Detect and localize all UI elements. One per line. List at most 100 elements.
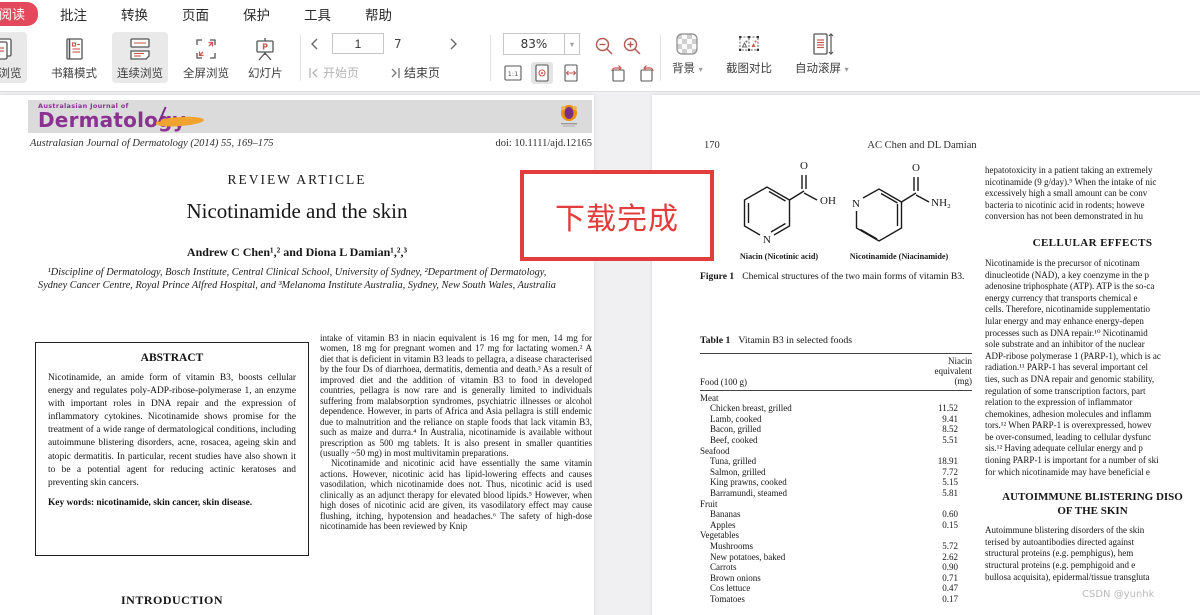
table-row: Salmon, grilled 7.72 (710, 466, 958, 477)
tab-read-active[interactable]: 阅读 (0, 1, 39, 26)
body-paragraph: Nicotinamide and nicotinic acid have ess… (320, 458, 592, 532)
continuous-view-button[interactable]: 连续浏览 (112, 32, 168, 83)
fit-icons-row: 1:1 (502, 62, 658, 84)
slideshow-button[interactable]: P 幻灯片 (243, 32, 288, 83)
chevron-down-icon[interactable]: ▾ (565, 33, 580, 55)
page-jump-row: 开始页 结束页 (308, 64, 440, 81)
svg-text:NH₂: NH₂ (931, 197, 951, 209)
page-view-label: 页浏览 (0, 66, 22, 80)
autoscroll-label: 自动滚屏 ▾ (795, 61, 849, 75)
book-mode-label: 书籍模式 (51, 66, 97, 80)
menu-item[interactable]: 页面 (182, 4, 209, 24)
body-text-column: intake of vitamin B3 in niacin equivalen… (320, 333, 592, 615)
fit-page-button[interactable] (531, 62, 553, 84)
table-row: Vegetables (700, 530, 739, 541)
table-row: Fruit (700, 498, 718, 509)
zoom-in-icon[interactable] (622, 36, 642, 56)
download-complete-text: 下载完成 (555, 201, 679, 237)
end-page-icon (391, 67, 400, 78)
menu-item[interactable]: 转换 (121, 4, 148, 24)
svg-text:O: O (912, 162, 920, 174)
table-row: Carrots 0.90 (710, 562, 958, 573)
fullscreen-button[interactable]: 全屏浏览 (178, 32, 234, 83)
page-number-input[interactable] (332, 33, 384, 54)
rotate-right-icon (640, 65, 654, 82)
menu-item[interactable]: 帮助 (365, 4, 392, 24)
svg-text:OH: OH (820, 195, 836, 207)
running-head: AC Chen and DL Damian (867, 140, 977, 151)
continuous-view-label: 连续浏览 (117, 66, 163, 80)
previous-page-icon[interactable] (308, 37, 322, 51)
body-text-column: hepatotoxicity in a patient taking an ex… (985, 165, 1200, 615)
rotate-right-button[interactable] (636, 62, 658, 84)
rotate-left-button[interactable] (607, 62, 629, 84)
autoscroll-icon (813, 33, 834, 55)
body-paragraph: Autoimmune blistering disorders of the s… (985, 525, 1150, 582)
table-row: Tomatoes 0.17 (710, 593, 958, 604)
screenshot-compare-label: 截图对比 (726, 61, 772, 75)
paper-authors: Andrew C Chen¹,² and Diona L Damian¹,²,³ (186, 245, 408, 259)
figure1-chemical-structures: O OH N O NH₂ N Niacin (Nicotinic acid) N… (740, 160, 951, 261)
svg-text:Niacin (Nicotinic acid): Niacin (Nicotinic acid) (740, 252, 818, 261)
menu-item[interactable]: 批注 (60, 4, 87, 24)
menu-item[interactable]: 保护 (243, 4, 270, 24)
abstract-box: ABSTRACT Nicotinamide, an amide form of … (35, 342, 309, 556)
start-page-button[interactable]: 开始页 (308, 64, 359, 81)
toolbar-divider (660, 35, 661, 81)
screenshot-compare-icon (739, 36, 759, 51)
end-page-button[interactable]: 结束页 (389, 64, 440, 81)
background-icon (676, 33, 698, 55)
article-type: REVIEW ARTICLE (227, 172, 367, 187)
fit-width-button[interactable] (560, 62, 582, 84)
page-number: 170 (704, 140, 720, 151)
table-row: Apples 0.15 (710, 519, 958, 530)
table-row: Beef, cooked 5.51 (710, 434, 958, 445)
table1-rows: Meat Chicken breast, grilled 11.52 Lamb,… (700, 393, 972, 605)
pdf-page-169: Australasian Journal of Dermatology Aust… (0, 95, 594, 615)
table-row: Bacon, grilled 8.52 (710, 424, 958, 435)
pdf-reader-window: 阅读 批注 转换 页面 保护 工具 帮助 页浏览 书籍模式 (0, 0, 1200, 615)
svg-text:N: N (763, 234, 771, 246)
next-page-icon[interactable] (446, 37, 460, 51)
table-row: New potatoes, baked 2.62 (710, 551, 958, 562)
page-view-button[interactable]: 页浏览 (0, 32, 27, 83)
fullscreen-icon (196, 39, 216, 59)
svg-text:O: O (800, 160, 808, 172)
table1-title: Table 1 Vitamin B3 in selected foods (700, 335, 853, 346)
abstract-keywords: Key words: nicotinamide, skin cancer, sk… (48, 497, 253, 508)
actual-size-icon: 1:1 (504, 65, 522, 81)
background-label: 背景 ▾ (672, 61, 703, 75)
document-scroll-area[interactable]: Australasian Journal of Dermatology Aust… (0, 92, 1200, 615)
zoom-level-select[interactable]: 83% ▾ (503, 33, 580, 55)
column-niacin-equivalent: Niacin equivalent (mg) (934, 356, 973, 387)
table-row: Brown onions 0.71 (710, 572, 958, 583)
background-button[interactable]: 背景 ▾ (672, 31, 703, 76)
svg-text:P: P (262, 43, 268, 52)
table-row: Chicken breast, grilled 11.52 (710, 403, 958, 414)
total-pages: 7 (394, 36, 402, 51)
book-mode-button[interactable]: 书籍模式 (46, 32, 102, 83)
table-row: Cos lettuce 0.47 (710, 583, 958, 594)
autoscroll-button[interactable]: 自动滚屏 ▾ (795, 31, 849, 76)
screenshot-compare-button[interactable]: 截图对比 (726, 31, 772, 76)
toolbar-divider (300, 35, 301, 81)
citation-text: Australasian Journal of Dermatology (201… (30, 138, 274, 149)
table-rule (700, 389, 972, 391)
introduction-heading: INTRODUCTION (120, 593, 223, 607)
page-view-icon (0, 38, 12, 60)
table1-header: Food (100 g) Niacin equivalent (mg) (700, 354, 972, 390)
menu-item[interactable]: 工具 (304, 4, 331, 24)
menu-items: 批注 转换 页面 保护 工具 帮助 (60, 4, 392, 24)
toolbar: 页浏览 书籍模式 连续浏览 (0, 27, 1200, 92)
zoom-out-icon[interactable] (594, 36, 614, 56)
figure1-caption: Figure 1 Chemical structures of the two m… (700, 271, 965, 282)
download-complete-toast: 下载完成 (520, 170, 714, 261)
table-row: King prawns, cooked 5.15 (710, 477, 958, 488)
body-paragraph: Nicotinamide is the precursor of nicotin… (985, 257, 1161, 477)
paper-affiliations: ¹Discipline of Dermatology, Bosch Instit… (38, 267, 556, 291)
actual-size-button[interactable]: 1:1 (502, 62, 524, 84)
citation-row: Australasian Journal of Dermatology (201… (30, 138, 592, 149)
section-heading-autoimmune: AUTOIMMUNE BLISTERING DISO OF THE SKIN (1002, 491, 1183, 517)
fullscreen-label: 全屏浏览 (183, 66, 229, 80)
svg-text:N: N (852, 198, 860, 210)
